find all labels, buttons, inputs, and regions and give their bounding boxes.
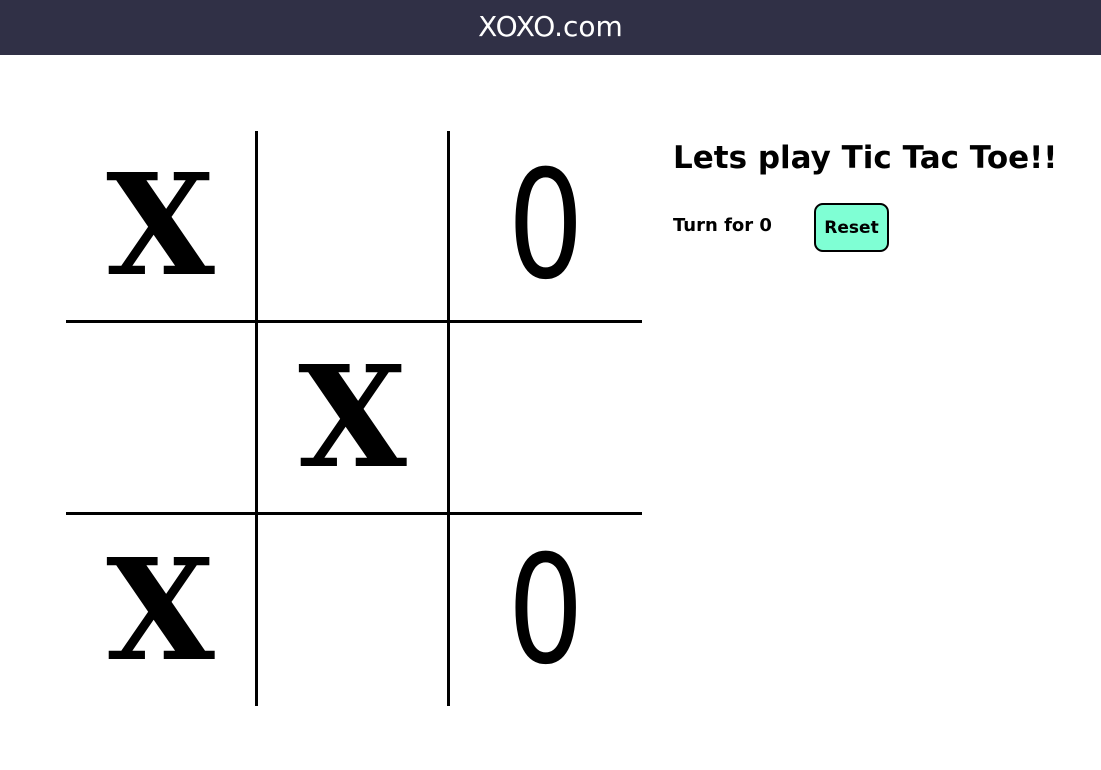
game-board: X 0 X X 0 <box>66 131 642 706</box>
board-cell-0-0[interactable]: X <box>66 131 258 323</box>
page-title: Lets play Tic Tac Toe!! <box>673 140 1058 176</box>
board-cell-1-0[interactable] <box>66 323 258 515</box>
board-cell-1-2[interactable] <box>450 323 642 515</box>
cell-mark: 0 <box>507 138 585 313</box>
navbar: XOXO.com <box>0 0 1101 55</box>
board-cell-0-1[interactable] <box>258 131 450 323</box>
brand-title[interactable]: XOXO.com <box>478 12 623 41</box>
board-cell-1-1[interactable]: X <box>258 323 450 515</box>
board-cell-2-2[interactable]: 0 <box>450 515 642 706</box>
reset-button[interactable]: Reset <box>814 203 889 252</box>
game-info-panel: Lets play Tic Tac Toe!! Turn for 0 Reset <box>673 140 1093 252</box>
cell-mark: 0 <box>507 523 585 698</box>
cell-mark: X <box>106 143 215 308</box>
board-cell-0-2[interactable]: 0 <box>450 131 642 323</box>
turn-indicator: Turn for 0 <box>673 215 772 236</box>
game-controls: Turn for 0 Reset <box>673 203 1093 253</box>
board-cell-2-1[interactable] <box>258 515 450 706</box>
cell-mark: X <box>298 335 407 500</box>
board-cell-2-0[interactable]: X <box>66 515 258 706</box>
cell-mark: X <box>106 528 215 693</box>
